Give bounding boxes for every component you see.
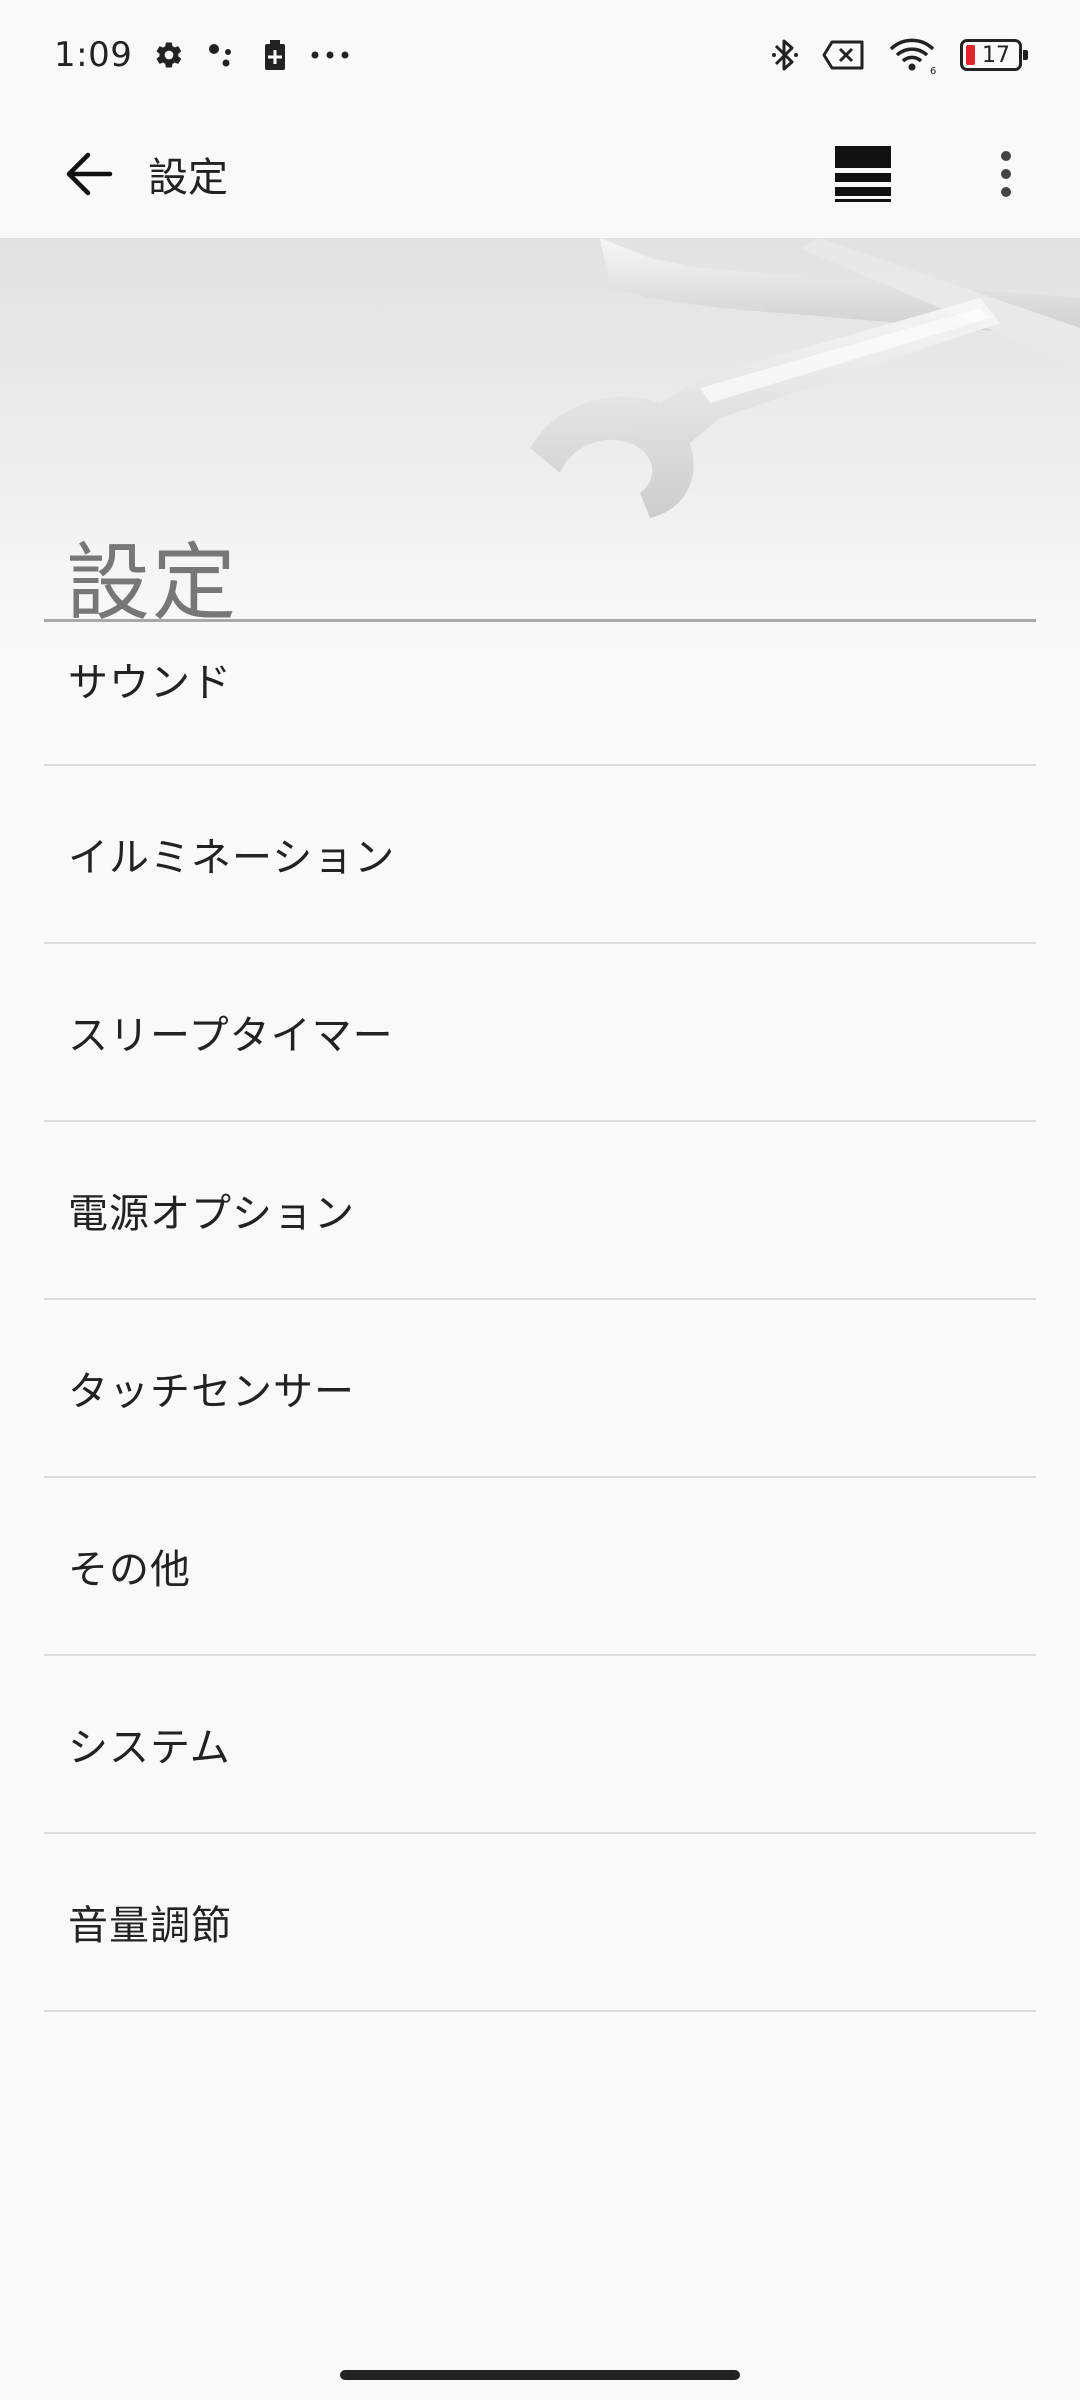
grid-view-button[interactable] xyxy=(818,119,908,229)
list-item-sleep-timer[interactable]: スリープタイマー xyxy=(44,944,1036,1122)
no-sim-icon xyxy=(822,39,866,71)
settings-gear-icon xyxy=(154,40,184,70)
back-button[interactable] xyxy=(34,119,144,229)
list-item-other[interactable]: その他 xyxy=(44,1478,1036,1656)
list-item-volume-adjustment[interactable]: 音量調節 xyxy=(44,1834,1036,2012)
back-arrow-icon xyxy=(64,151,114,197)
status-left: 1:09 xyxy=(54,35,350,75)
app-bar: 設定 xyxy=(0,110,1080,238)
list-item-label: スリープタイマー xyxy=(68,1013,394,1059)
list-item-sound[interactable]: サウンド xyxy=(44,588,1036,766)
settings-screen: 1:09 6 17 設定 設定 サウンド イルミネーション スリープタイマー 電… xyxy=(0,0,1080,2400)
list-item-label: サウンド xyxy=(68,660,232,706)
home-indicator[interactable] xyxy=(340,2370,740,2380)
list-item-touch-sensor[interactable]: タッチセンサー xyxy=(44,1300,1036,1478)
svg-text:6: 6 xyxy=(930,66,936,75)
list-item-illumination[interactable]: イルミネーション xyxy=(44,766,1036,944)
app-bar-title: 設定 xyxy=(148,155,228,201)
status-right: 6 17 xyxy=(770,35,1028,75)
battery-icon: 17 xyxy=(960,39,1028,71)
list-item-label: 電源オプション xyxy=(68,1191,355,1237)
status-time: 1:09 xyxy=(54,35,133,75)
list-item-label: 音量調節 xyxy=(68,1903,232,1949)
more-options-button[interactable] xyxy=(976,119,1036,229)
battery-level-text: 17 xyxy=(982,42,1010,68)
battery-saver-icon xyxy=(262,39,288,71)
list-item-power-options[interactable]: 電源オプション xyxy=(44,1122,1036,1300)
more-vert-icon xyxy=(999,150,1013,198)
assistant-dots-icon xyxy=(206,40,240,70)
bluetooth-icon xyxy=(770,36,800,74)
battery-level-fill xyxy=(966,45,975,65)
list-item-label: その他 xyxy=(68,1547,191,1593)
status-bar: 1:09 6 17 xyxy=(0,0,1080,110)
list-item-label: タッチセンサー xyxy=(68,1369,355,1415)
list-item-label: システム xyxy=(68,1725,231,1771)
settings-list: サウンド イルミネーション スリープタイマー 電源オプション タッチセンサー そ… xyxy=(44,622,1036,2012)
list-item-system[interactable]: システム xyxy=(44,1656,1036,1834)
more-notifications-icon xyxy=(310,50,350,60)
list-item-label: イルミネーション xyxy=(68,835,396,881)
grid-view-icon xyxy=(835,146,891,202)
wifi-icon: 6 xyxy=(888,35,938,75)
